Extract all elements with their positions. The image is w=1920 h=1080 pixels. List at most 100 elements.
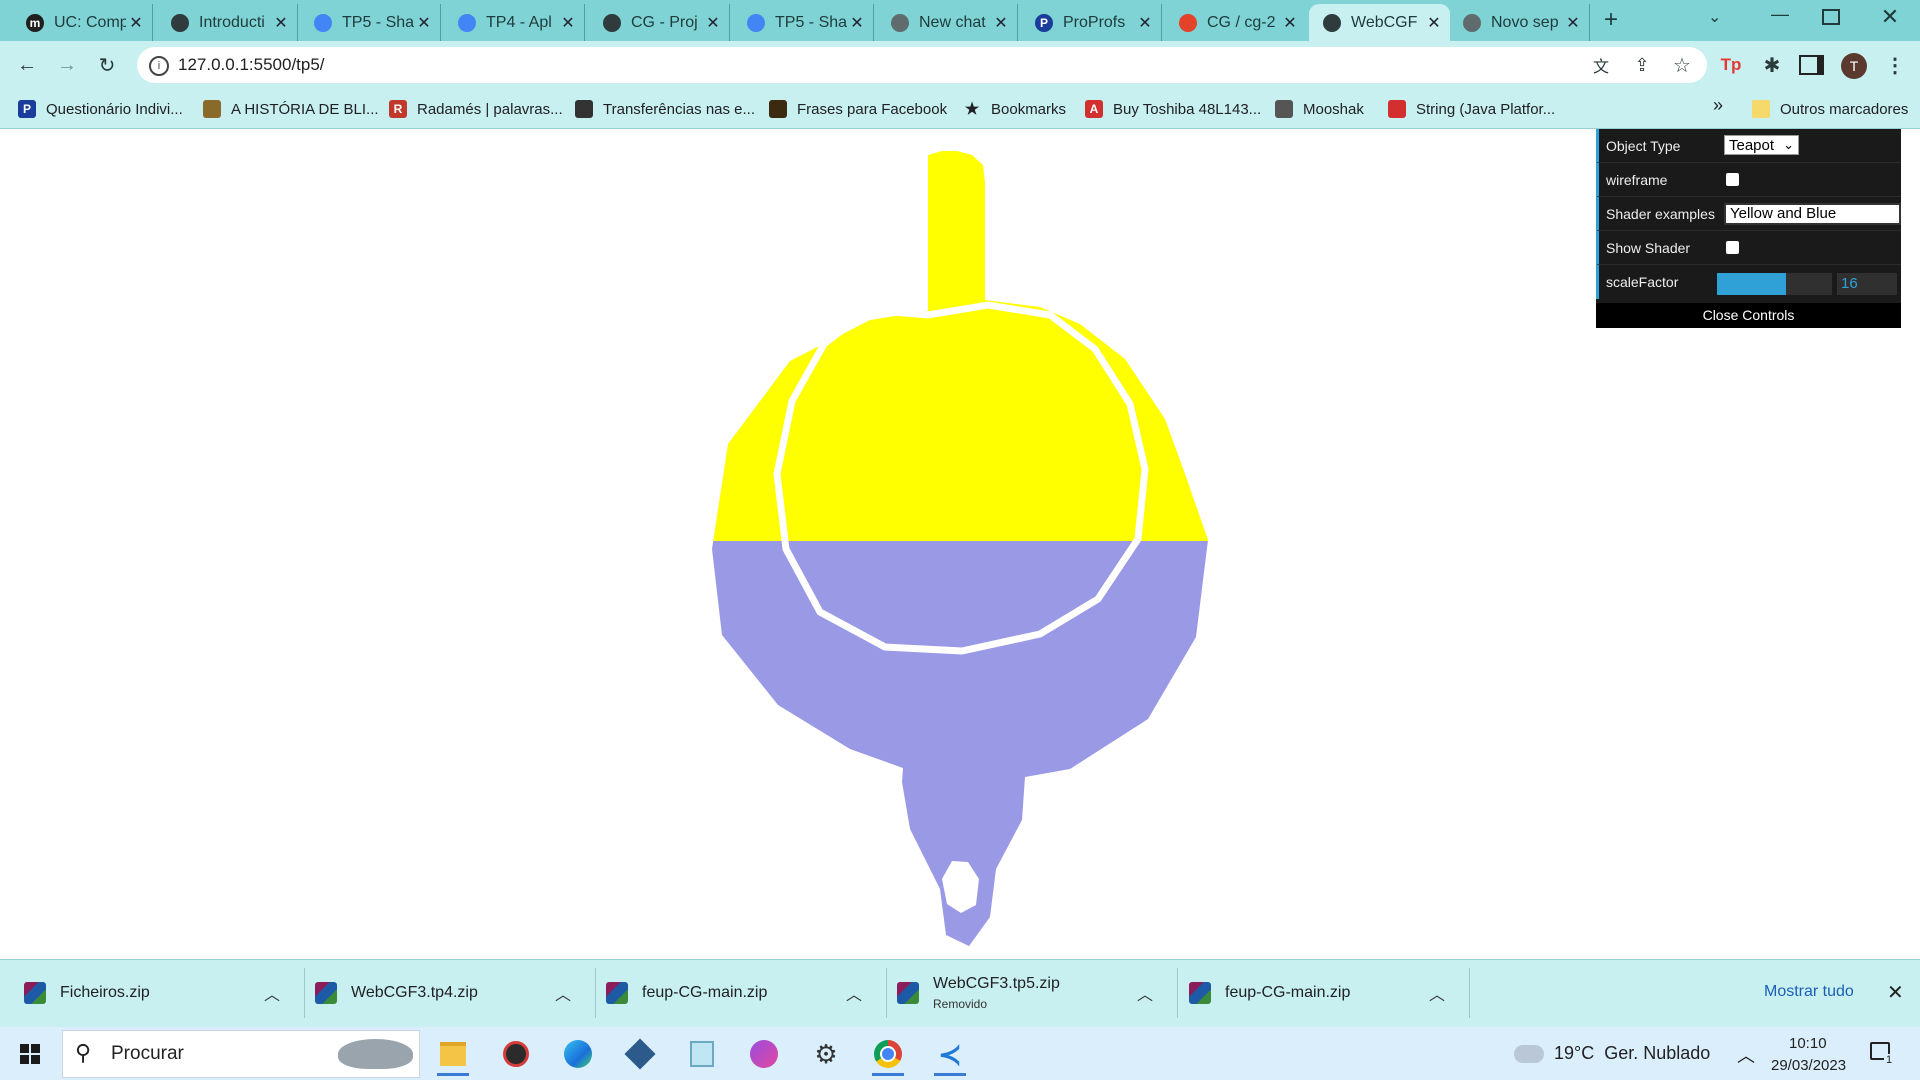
bookmark-item[interactable]: P Questionário Indivi...	[18, 97, 183, 121]
scale-factor-input[interactable]: 16	[1837, 273, 1897, 295]
clock-date[interactable]: 29/03/2023	[1771, 1057, 1846, 1074]
tab-9[interactable]: WebCGF ✕	[1309, 4, 1450, 41]
windows-start-icon[interactable]	[20, 1044, 40, 1064]
winrar-archive-icon	[897, 982, 919, 1004]
download-status: Removido	[933, 997, 988, 1011]
m-icon: m	[26, 13, 44, 32]
messenger-app-icon[interactable]	[748, 1038, 780, 1070]
download-menu-chevron-icon[interactable]: ︿	[1429, 981, 1445, 1005]
minimize-button[interactable]: —	[1765, 4, 1795, 25]
tab-7[interactable]: P ProProfs ✕	[1021, 4, 1162, 41]
tab-3[interactable]: TP4 - Apl ✕	[444, 4, 585, 41]
security-app-icon[interactable]	[500, 1038, 532, 1070]
close-download-bar-icon[interactable]: ✕	[1887, 980, 1904, 1005]
address-bar[interactable]	[137, 47, 1707, 83]
profile-avatar[interactable]: T	[1841, 53, 1867, 79]
download-text: feup-CG-main.zip	[1225, 984, 1350, 1002]
download-menu-chevron-icon[interactable]: ︿	[846, 981, 862, 1005]
tab-4[interactable]: CG - Proj ✕	[589, 4, 730, 41]
download-menu-chevron-icon[interactable]: ︿	[555, 981, 571, 1005]
close-window-button[interactable]: ✕	[1875, 4, 1905, 30]
restore-button[interactable]	[1822, 9, 1840, 25]
file-explorer-icon[interactable]	[437, 1038, 469, 1076]
download-item[interactable]: Ficheiros.zip ︿	[24, 959, 296, 1027]
tab-5[interactable]: TP5 - Sha ✕	[733, 4, 874, 41]
tab-1[interactable]: Introducti ✕	[157, 4, 298, 41]
show-all-downloads-link[interactable]: Mostrar tudo	[1764, 983, 1854, 1001]
extensions-puzzle-icon[interactable]: ✱	[1759, 52, 1785, 78]
tab-0[interactable]: m UC: Comp ✕	[12, 4, 153, 41]
bookmark-item[interactable]: Transferências nas e...	[575, 97, 755, 121]
gui-row-shader: Shader examples Yellow and Blue	[1596, 197, 1901, 231]
bookmark-label: Questionário Indivi...	[46, 100, 183, 118]
virtualbox-icon[interactable]	[624, 1038, 656, 1070]
tab-2[interactable]: TP5 - Sha ✕	[300, 4, 441, 41]
translate-icon[interactable]: 文	[1588, 52, 1614, 78]
bookmark-item[interactable]: ★ Bookmarks	[963, 97, 1066, 121]
close-tab-icon[interactable]: ✕	[847, 13, 867, 33]
close-tab-icon[interactable]: ✕	[1280, 13, 1300, 33]
wireframe-checkbox[interactable]	[1726, 173, 1739, 186]
bookmark-item[interactable]: R Radamés | palavras...	[389, 97, 563, 121]
tab-label: New chat	[919, 13, 986, 31]
close-tab-icon[interactable]: ✕	[703, 13, 723, 33]
close-tab-icon[interactable]: ✕	[126, 13, 146, 33]
object-type-select[interactable]: Teapot ⌄	[1724, 135, 1799, 155]
settings-gear-icon[interactable]: ⚙	[810, 1038, 842, 1070]
notepad-icon[interactable]	[686, 1038, 718, 1070]
scale-factor-value: 16	[1841, 275, 1858, 292]
download-item[interactable]: feup-CG-main.zip ︿	[606, 959, 878, 1027]
close-tab-icon[interactable]: ✕	[991, 13, 1011, 33]
tab-10[interactable]: Novo sep ✕	[1449, 4, 1590, 41]
close-tab-icon[interactable]: ✕	[1563, 13, 1583, 33]
download-item[interactable]: WebCGF3.tp4.zip ︿	[315, 959, 587, 1027]
share-icon[interactable]: ⇪	[1629, 52, 1655, 78]
bookmarks-more-button[interactable]: »	[1713, 95, 1723, 116]
weather-text[interactable]: 19°C Ger. Nublado	[1554, 1043, 1710, 1064]
download-item[interactable]: WebCGF3.tp5.zip Removido ︿	[897, 959, 1169, 1027]
object-type-label: Object Type	[1606, 138, 1681, 154]
clock-time[interactable]: 10:10	[1789, 1035, 1827, 1052]
tab-search-chevron-icon[interactable]: ⌄	[1708, 7, 1721, 27]
taskbar-search-box[interactable]: ⚲ Procurar	[62, 1030, 420, 1078]
reload-icon[interactable]: ↻	[94, 52, 120, 78]
edge-icon[interactable]	[562, 1038, 594, 1070]
tp-extension-icon[interactable]: Tp	[1718, 52, 1744, 78]
new-tab-button[interactable]: +	[1598, 6, 1624, 34]
close-controls-button[interactable]: Close Controls	[1596, 303, 1901, 328]
forward-arrow-icon[interactable]: →	[54, 52, 80, 78]
download-item[interactable]: feup-CG-main.zip ︿	[1189, 959, 1461, 1027]
bookmark-item[interactable]: A HISTÓRIA DE BLI...	[203, 97, 379, 121]
close-tab-icon[interactable]: ✕	[271, 13, 291, 33]
bookmark-item[interactable]: Mooshak	[1275, 97, 1364, 121]
bookmark-item[interactable]: Frases para Facebook	[769, 97, 947, 121]
bookmark-item[interactable]: A Buy Toshiba 48L143...	[1085, 97, 1261, 121]
bookmark-favicon-icon: R	[389, 100, 407, 118]
tab-8[interactable]: CG / cg-2 ✕	[1165, 4, 1306, 41]
close-tab-icon[interactable]: ✕	[1424, 13, 1444, 33]
close-tab-icon[interactable]: ✕	[414, 13, 434, 33]
scale-factor-slider[interactable]	[1717, 273, 1832, 295]
show-shader-label: Show Shader	[1606, 240, 1691, 256]
shader-examples-select[interactable]: Yellow and Blue	[1724, 203, 1901, 225]
tray-chevron-up-icon[interactable]: ︿	[1737, 1042, 1755, 1068]
show-shader-checkbox[interactable]	[1726, 241, 1739, 254]
side-panel-icon[interactable]	[1798, 52, 1824, 78]
chrome-icon[interactable]	[872, 1038, 904, 1076]
other-bookmarks[interactable]: Outros marcadores	[1752, 97, 1908, 121]
tab-label: TP5 - Sha	[775, 13, 847, 31]
menu-kebab-icon[interactable]: ⋮	[1882, 52, 1908, 78]
back-arrow-icon[interactable]: ←	[14, 52, 40, 78]
site-info-icon[interactable]: i	[149, 56, 169, 76]
tab-6[interactable]: New chat ✕	[877, 4, 1018, 41]
winrar-archive-icon	[606, 982, 628, 1004]
close-tab-icon[interactable]: ✕	[1135, 13, 1155, 33]
download-menu-chevron-icon[interactable]: ︿	[1137, 981, 1153, 1005]
close-tab-icon[interactable]: ✕	[558, 13, 578, 33]
bookmark-item[interactable]: String (Java Platfor...	[1388, 97, 1555, 121]
url-text[interactable]: 127.0.0.1:5500/tp5/	[178, 55, 325, 75]
download-menu-chevron-icon[interactable]: ︿	[264, 981, 280, 1005]
vscode-icon[interactable]: ≺	[934, 1038, 966, 1076]
bookmark-star-icon[interactable]: ☆	[1669, 52, 1695, 78]
bookmark-favicon-icon	[203, 100, 221, 118]
